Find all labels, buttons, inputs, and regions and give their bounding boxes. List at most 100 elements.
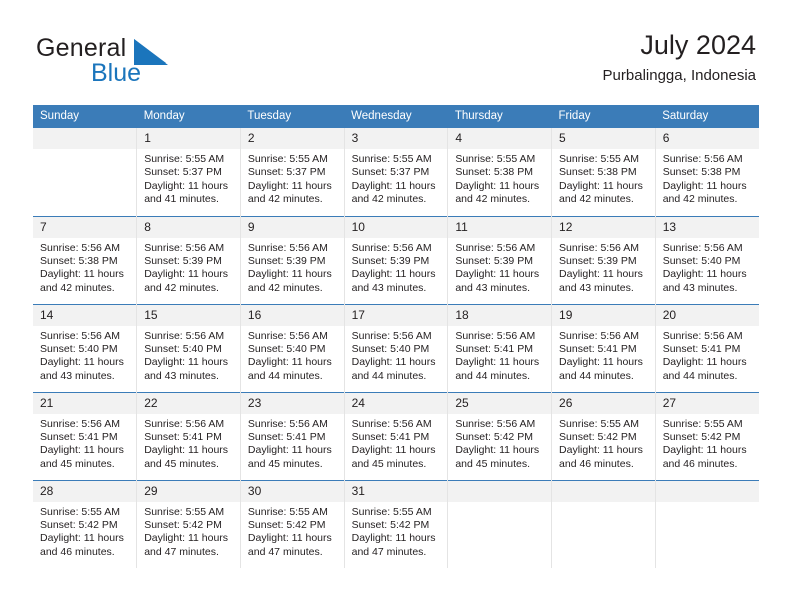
day-number: 5: [552, 128, 655, 149]
day-number: 30: [240, 480, 344, 502]
day-number: 4: [448, 128, 552, 149]
daylight-duration-line1: Daylight: 11 hours: [559, 444, 643, 457]
calendar-day-cell[interactable]: 11 Sunrise: 5:56 AM Sunset: 5:39 PM Dayligh…: [447, 215, 553, 304]
calendar-day-cell[interactable]: 21 Sunrise: 5:56 AM Sunset: 5:41 PM Dayligh…: [33, 391, 138, 480]
calendar-day-cell[interactable]: 7 Sunrise: 5:56 AM Sunset: 5:38 PM Daylight…: [33, 215, 138, 304]
calendar-day-cell[interactable]: 13 Sunrise: 5:56 AM Sunset: 5:40 PM Dayligh…: [655, 215, 759, 304]
sunset-time: Sunset: 5:39 PM: [559, 254, 637, 267]
sunset-time: Sunset: 5:42 PM: [455, 430, 533, 443]
sunrise-time: Sunrise: 5:55 AM: [247, 153, 328, 165]
calendar-day-cell-empty: [33, 128, 138, 216]
sunset-time: Sunset: 5:40 PM: [40, 342, 118, 355]
day-details: Sunrise: 5:56 AM Sunset: 5:39 PM Daylight:…: [345, 238, 448, 296]
sunrise-time: Sunrise: 5:56 AM: [455, 417, 536, 430]
sunrise-time: Sunrise: 5:55 AM: [351, 153, 432, 165]
calendar-day-cell[interactable]: 19 Sunrise: 5:56 AM Sunset: 5:41 PM Dayligh…: [551, 303, 656, 392]
weekday-header-sunday: Sunday: [33, 105, 137, 128]
calendar-day-cell[interactable]: 4 Sunrise: 5:55 AM Sunset: 5:38 PM Daylight…: [447, 128, 553, 216]
sunset-time: Sunset: 5:39 PM: [351, 254, 430, 267]
calendar-header-row-group: Sunday Monday Tuesday Wednesday Thursday…: [33, 105, 759, 128]
calendar-day-cell[interactable]: 29 Sunrise: 5:55 AM Sunset: 5:42 PM Dayligh…: [136, 479, 241, 568]
daylight-duration-line1: Daylight: 11 hours: [247, 356, 332, 369]
day-number: 14: [33, 304, 137, 326]
day-details: Sunrise: 5:56 AM Sunset: 5:41 PM Daylight:…: [345, 414, 448, 472]
sunrise-time: Sunrise: 5:56 AM: [662, 153, 743, 165]
day-details: Sunrise: 5:56 AM Sunset: 5:40 PM Daylight:…: [345, 326, 448, 384]
weekday-header-thursday: Thursday: [447, 105, 552, 128]
day-details: Sunrise: 5:55 AM Sunset: 5:42 PM Daylight:…: [241, 502, 344, 560]
calendar-day-cell[interactable]: 6 Sunrise: 5:56 AM Sunset: 5:38 PM Daylight…: [655, 128, 759, 216]
calendar-day-cell[interactable]: 25 Sunrise: 5:56 AM Sunset: 5:42 PM Dayligh…: [447, 391, 553, 480]
calendar-day-cell[interactable]: 23 Sunrise: 5:56 AM Sunset: 5:41 PM Dayligh…: [240, 391, 345, 480]
sunset-time: Sunset: 5:40 PM: [351, 342, 430, 355]
calendar-day-cell[interactable]: 15 Sunrise: 5:56 AM Sunset: 5:40 PM Dayligh…: [136, 303, 241, 392]
sunrise-time: Sunrise: 5:55 AM: [40, 505, 120, 518]
day-number: 17: [344, 304, 448, 326]
daylight-duration-line2: and 41 minutes.: [144, 193, 219, 206]
sunrise-time: Sunrise: 5:55 AM: [144, 505, 225, 518]
calendar-day-cell[interactable]: 2 Sunrise: 5:55 AM Sunset: 5:37 PM Daylight…: [240, 128, 345, 216]
calendar-day-cell[interactable]: 31 Sunrise: 5:55 AM Sunset: 5:42 PM Dayligh…: [344, 479, 449, 568]
calendar-day-cell[interactable]: 16 Sunrise: 5:56 AM Sunset: 5:40 PM Dayligh…: [240, 303, 345, 392]
daylight-duration-line1: Daylight: 11 hours: [144, 179, 229, 192]
daylight-duration-line1: Daylight: 11 hours: [559, 356, 643, 369]
calendar-day-cell[interactable]: 27 Sunrise: 5:55 AM Sunset: 5:42 PM Dayligh…: [655, 391, 759, 480]
calendar-day-cell[interactable]: 12 Sunrise: 5:56 AM Sunset: 5:39 PM Dayligh…: [551, 215, 656, 304]
calendar-day-cell[interactable]: 8 Sunrise: 5:56 AM Sunset: 5:39 PM Daylight…: [136, 215, 241, 304]
calendar-day-cell[interactable]: 22 Sunrise: 5:56 AM Sunset: 5:41 PM Dayligh…: [136, 391, 241, 480]
daylight-duration-line2: and 44 minutes.: [247, 369, 323, 382]
calendar-day-cell[interactable]: 26 Sunrise: 5:55 AM Sunset: 5:42 PM Dayligh…: [551, 391, 656, 480]
calendar-day-cell[interactable]: 28 Sunrise: 5:55 AM Sunset: 5:42 PM Dayligh…: [33, 479, 138, 568]
calendar-day-cell[interactable]: 3 Sunrise: 5:55 AM Sunset: 5:37 PM Daylight…: [344, 128, 449, 216]
calendar-day-cell[interactable]: 17 Sunrise: 5:56 AM Sunset: 5:40 PM Dayligh…: [344, 303, 449, 392]
day-number: 21: [33, 392, 137, 414]
day-details: Sunrise: 5:56 AM Sunset: 5:41 PM Daylight:…: [241, 414, 344, 472]
calendar-day-cell[interactable]: 20 Sunrise: 5:56 AM Sunset: 5:41 PM Dayligh…: [655, 303, 759, 392]
daylight-duration-line1: Daylight: 11 hours: [351, 179, 436, 192]
day-number: [448, 480, 552, 502]
day-number: 10: [344, 216, 448, 238]
calendar-day-cell[interactable]: 30 Sunrise: 5:55 AM Sunset: 5:42 PM Dayligh…: [240, 479, 345, 568]
daylight-duration-line2: and 47 minutes.: [351, 545, 427, 558]
calendar-day-cell[interactable]: 24 Sunrise: 5:56 AM Sunset: 5:41 PM Dayligh…: [344, 391, 449, 480]
calendar-day-cell[interactable]: 14 Sunrise: 5:56 AM Sunset: 5:40 PM Dayligh…: [33, 303, 138, 392]
day-details: Sunrise: 5:56 AM Sunset: 5:40 PM Daylight:…: [137, 326, 240, 384]
day-details: Sunrise: 5:56 AM Sunset: 5:39 PM Daylight:…: [552, 238, 655, 296]
sunrise-time: Sunrise: 5:56 AM: [662, 241, 743, 254]
day-details: Sunrise: 5:56 AM Sunset: 5:41 PM Daylight:…: [552, 326, 655, 384]
day-number: 22: [137, 392, 240, 414]
daylight-duration-line1: Daylight: 11 hours: [247, 179, 332, 192]
daylight-duration-line2: and 45 minutes.: [351, 457, 427, 470]
daylight-duration-line1: Daylight: 11 hours: [559, 179, 643, 192]
daylight-duration-line2: and 44 minutes.: [559, 369, 634, 382]
calendar-week-row: 21 Sunrise: 5:56 AM Sunset: 5:41 PM Dayligh…: [33, 391, 759, 480]
day-number: 16: [240, 304, 344, 326]
day-number: 7: [33, 216, 137, 238]
weekday-header-wednesday: Wednesday: [344, 105, 448, 128]
sunset-time: Sunset: 5:38 PM: [455, 166, 533, 179]
daylight-duration-line2: and 47 minutes.: [144, 545, 219, 558]
brand-logo[interactable]: General Blue: [36, 34, 266, 90]
daylight-duration-line1: Daylight: 11 hours: [351, 268, 436, 281]
sunset-time: Sunset: 5:38 PM: [559, 166, 637, 179]
calendar-day-cell[interactable]: 18 Sunrise: 5:56 AM Sunset: 5:41 PM Dayligh…: [447, 303, 553, 392]
day-number: 1: [137, 128, 240, 149]
daylight-duration-line1: Daylight: 11 hours: [144, 444, 229, 457]
daylight-duration-line2: and 42 minutes.: [144, 281, 219, 294]
calendar-day-cell[interactable]: 1 Sunrise: 5:55 AM Sunset: 5:37 PM Daylight…: [136, 128, 241, 216]
sunset-time: Sunset: 5:40 PM: [662, 254, 741, 267]
sunrise-time: Sunrise: 5:56 AM: [144, 241, 225, 254]
daylight-duration-line1: Daylight: 11 hours: [247, 532, 332, 545]
day-details: Sunrise: 5:56 AM Sunset: 5:40 PM Daylight:…: [656, 238, 759, 296]
calendar-day-cell[interactable]: 10 Sunrise: 5:56 AM Sunset: 5:39 PM Dayligh…: [344, 215, 449, 304]
sunset-time: Sunset: 5:41 PM: [662, 342, 741, 355]
daylight-duration-line2: and 46 minutes.: [662, 457, 738, 470]
daylight-duration-line2: and 45 minutes.: [144, 457, 219, 470]
daylight-duration-line1: Daylight: 11 hours: [662, 444, 747, 457]
daylight-duration-line2: and 42 minutes.: [662, 193, 738, 206]
day-details: Sunrise: 5:55 AM Sunset: 5:37 PM Daylight:…: [241, 149, 344, 207]
calendar-week-row: 28 Sunrise: 5:55 AM Sunset: 5:42 PM Dayligh…: [33, 479, 759, 568]
calendar-day-cell[interactable]: 9 Sunrise: 5:56 AM Sunset: 5:39 PM Daylight…: [240, 215, 345, 304]
sunrise-time: Sunrise: 5:55 AM: [559, 153, 639, 165]
calendar-day-cell[interactable]: 5 Sunrise: 5:55 AM Sunset: 5:38 PM Daylight…: [551, 128, 656, 216]
